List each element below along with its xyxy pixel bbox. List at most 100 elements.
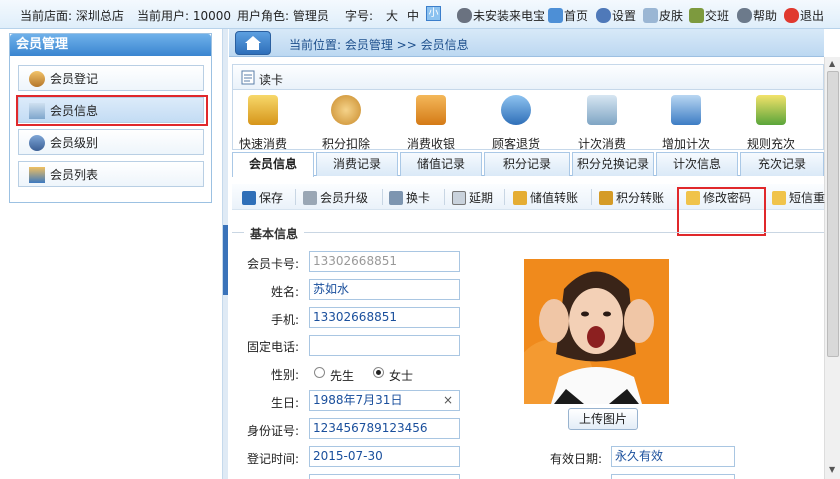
read-card-bar[interactable]: 读卡 xyxy=(232,64,824,90)
count-consume-icon xyxy=(587,95,617,125)
clear-icon[interactable]: × xyxy=(443,391,453,410)
vertical-scrollbar[interactable]: ▲ ▼ xyxy=(824,57,840,479)
birthday-label: 生日: xyxy=(270,396,299,410)
section-title: 基本信息 xyxy=(244,225,305,242)
points-deduct-button[interactable]: 积分扣除 xyxy=(306,92,386,151)
exit-link[interactable]: 退出 xyxy=(784,7,824,24)
gender-female-label: 女士 xyxy=(389,369,414,383)
quick-consume-icon xyxy=(248,95,278,125)
gender-male-radio[interactable] xyxy=(314,367,325,378)
expire-date-label: 有效日期: xyxy=(549,452,602,466)
add-count-button[interactable]: 增加计次 xyxy=(646,92,726,151)
mobile-label: 手机: xyxy=(270,313,299,327)
shift-link[interactable]: 交班 xyxy=(689,7,729,24)
quick-consume-button[interactable]: 快速消费 xyxy=(223,92,303,151)
change-password-highlight-box xyxy=(677,187,766,236)
stored-transfer-button[interactable]: 储值转账 xyxy=(513,189,578,206)
sms-icon xyxy=(772,191,786,205)
tab-recharge-count-records[interactable]: 充次记录 xyxy=(740,152,824,176)
phone-link[interactable]: 未安装来电宝 xyxy=(457,7,545,24)
cashier-basket-icon xyxy=(416,95,446,125)
sidebar-item-member-level[interactable]: 会员级别 xyxy=(18,129,204,155)
points-transfer-icon xyxy=(599,191,613,205)
breadcrumb: 当前位置: 会员管理 >> 会员信息 xyxy=(229,29,824,57)
next-row-field[interactable] xyxy=(309,474,460,479)
next-row-field-right[interactable] xyxy=(611,474,735,479)
breadcrumb-text: 当前位置: 会员管理 >> 会员信息 xyxy=(289,38,469,52)
user-settings-icon xyxy=(596,8,611,23)
count-consume-button[interactable]: 计次消费 xyxy=(562,92,642,151)
sidebar-item-member-register[interactable]: 会员登记 xyxy=(18,65,204,91)
card-no-label: 会员卡号: xyxy=(246,257,299,271)
id-no-field[interactable]: 123456789123456 xyxy=(309,418,460,439)
sidebar-item-member-list[interactable]: 会员列表 xyxy=(18,161,204,187)
customer-return-icon xyxy=(501,95,531,125)
font-size-medium[interactable]: 中 xyxy=(407,7,419,24)
font-size-label: 字号: xyxy=(345,9,374,23)
sidebar-title: 会员管理 xyxy=(10,34,211,56)
tab-member-info[interactable]: 会员信息 xyxy=(232,152,314,177)
name-label: 姓名: xyxy=(270,285,299,299)
collapse-handle[interactable] xyxy=(223,225,228,295)
save-button[interactable]: 保存 xyxy=(242,189,283,206)
card-no-field[interactable]: 13302668851 xyxy=(309,251,460,272)
tab-points-exchange-records[interactable]: 积分兑换记录 xyxy=(572,152,654,176)
home-icon xyxy=(245,36,261,50)
points-deduct-icon xyxy=(331,95,361,125)
phone-field[interactable] xyxy=(309,335,460,356)
customer-return-button[interactable]: 顾客退货 xyxy=(476,92,556,151)
divider xyxy=(444,189,445,205)
member-upgrade-button[interactable]: 会员升级 xyxy=(303,189,368,206)
home-link[interactable]: 首页 xyxy=(548,7,588,24)
mobile-field[interactable]: 13302668851 xyxy=(309,307,460,328)
member-portrait-image xyxy=(524,259,669,404)
help-icon xyxy=(737,8,752,23)
expire-date-field[interactable]: 永久有效 xyxy=(611,446,735,467)
save-icon xyxy=(242,191,256,205)
calendar-icon xyxy=(452,191,466,205)
help-link[interactable]: 帮助 xyxy=(737,7,777,24)
read-card-label: 读卡 xyxy=(259,73,284,87)
add-count-icon xyxy=(671,95,701,125)
name-field[interactable]: 苏如水 xyxy=(309,279,460,300)
register-time-label: 登记时间: xyxy=(246,452,299,466)
big-toolbar: 快速消费 积分扣除 消费收银 顾客退货 计次消费 增加计次 规则充次 xyxy=(232,90,824,151)
skin-link[interactable]: 皮肤 xyxy=(643,7,683,24)
upload-image-button[interactable]: 上传图片 xyxy=(568,408,638,430)
home-icon xyxy=(548,8,563,23)
gender-female-radio[interactable] xyxy=(373,367,384,378)
divider xyxy=(591,189,592,205)
sidebar-highlight-box xyxy=(16,95,208,126)
change-card-button[interactable]: 换卡 xyxy=(389,189,430,206)
font-size-large[interactable]: 大 xyxy=(386,7,398,24)
tab-consume-records[interactable]: 消费记录 xyxy=(316,152,398,176)
points-transfer-button[interactable]: 积分转账 xyxy=(599,189,664,206)
birthday-field[interactable]: 1988年7月31日 × xyxy=(309,390,460,411)
extend-button[interactable]: 延期 xyxy=(452,189,493,206)
font-size-small[interactable]: 小 xyxy=(426,6,441,21)
rule-recharge-button[interactable]: 规则充次 xyxy=(731,92,811,151)
tab-count-info[interactable]: 计次信息 xyxy=(656,152,738,176)
sms-button[interactable]: 短信重 xyxy=(772,189,825,206)
register-time-field[interactable]: 2015-07-30 xyxy=(309,446,460,467)
member-photo xyxy=(524,259,669,404)
divider xyxy=(504,189,505,205)
scroll-thumb[interactable] xyxy=(827,71,839,357)
scroll-down-icon[interactable]: ▼ xyxy=(829,465,835,474)
member-register-icon xyxy=(29,71,45,87)
tab-stored-records[interactable]: 储值记录 xyxy=(400,152,482,176)
store-label: 当前店面: 深圳总店 xyxy=(20,9,124,23)
scroll-up-icon[interactable]: ▲ xyxy=(829,59,835,68)
settings-link[interactable]: 设置 xyxy=(596,7,636,24)
role-label: 用户角色: 管理员 xyxy=(237,9,329,23)
cashier-button[interactable]: 消费收银 xyxy=(391,92,471,151)
top-bar: 当前店面: 深圳总店 当前用户: 10000 用户角色: 管理员 字号: 大 中… xyxy=(0,0,840,29)
tab-points-records[interactable]: 积分记录 xyxy=(484,152,570,176)
home-button[interactable] xyxy=(235,31,271,55)
upgrade-icon xyxy=(303,191,317,205)
tab-bar: 会员信息 消费记录 储值记录 积分记录 积分兑换记录 计次信息 充次记录 xyxy=(232,150,824,177)
divider xyxy=(382,189,383,205)
user-label: 当前用户: 10000 xyxy=(137,9,232,23)
read-card-icon xyxy=(241,70,255,85)
member-list-icon xyxy=(29,167,45,183)
